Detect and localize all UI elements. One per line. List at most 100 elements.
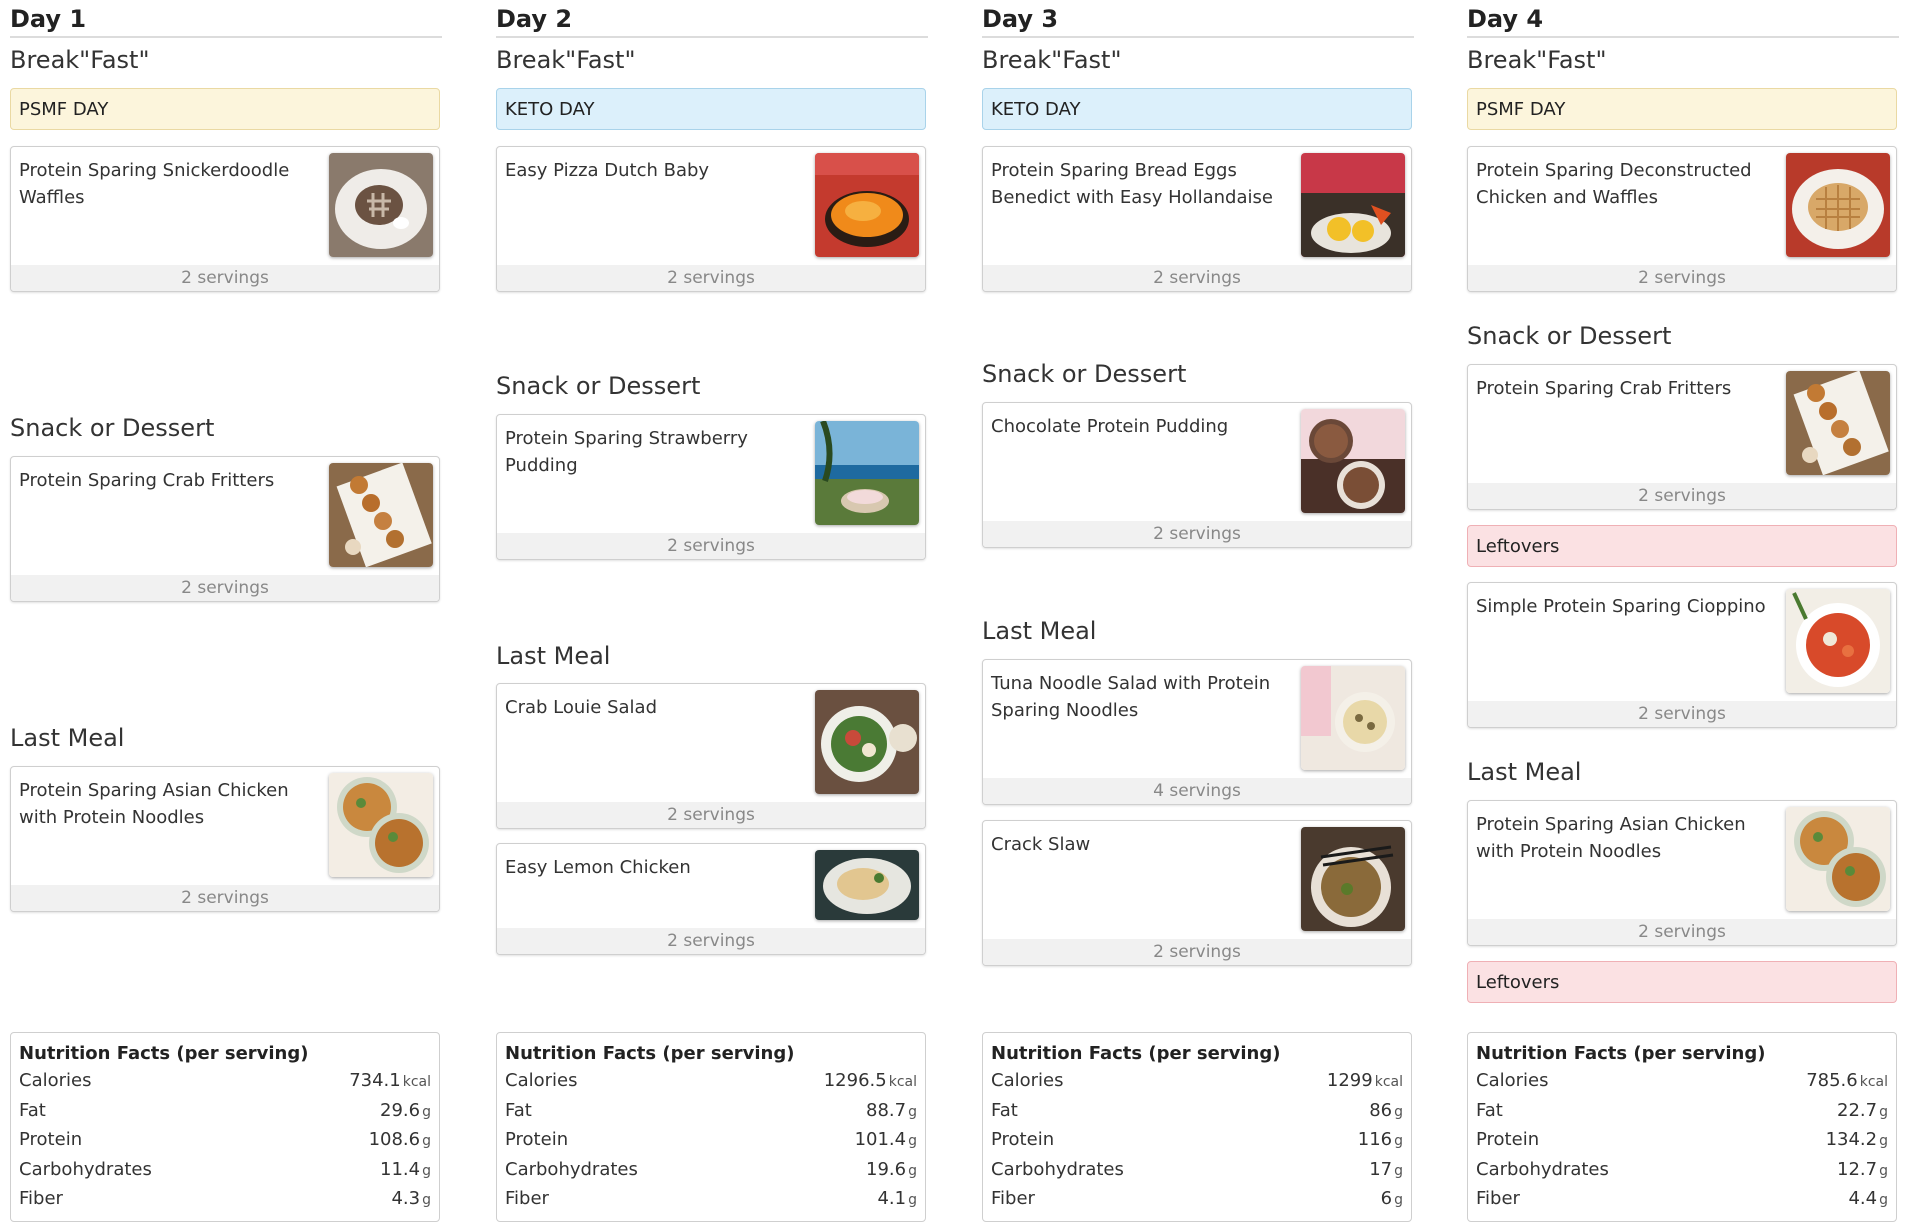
asian-chicken-bowls-photo[interactable]: [1786, 807, 1890, 911]
day-type-tag[interactable]: PSMF DAY: [1467, 88, 1897, 130]
recipe-title[interactable]: Easy Lemon Chicken: [505, 854, 795, 881]
nutrient-value: 11.4: [380, 1158, 421, 1180]
nutrition-facts: Nutrition Facts (per serving) Calories 12…: [496, 1032, 926, 1222]
nutrient-label: Fat: [505, 1099, 532, 1121]
leftovers-tag[interactable]: Leftovers: [1467, 525, 1897, 567]
waffle-plate-photo[interactable]: [329, 153, 433, 257]
nutrient-label: Fat: [1476, 1099, 1503, 1121]
nutrition-row: Fiber 4.1 g: [505, 1185, 917, 1215]
crab-fritters-photo[interactable]: [1786, 371, 1890, 475]
recipe-title[interactable]: Tuna Noodle Salad with Protein Sparing N…: [991, 670, 1281, 724]
recipe-card[interactable]: Protein Sparing Crab Fritters 2 servings: [10, 456, 440, 602]
nutrient-value: 734.1: [349, 1070, 401, 1091]
nutrient-value: 4.1: [877, 1188, 907, 1209]
recipe-title[interactable]: Protein Sparing Crab Fritters: [19, 467, 309, 494]
recipe-card[interactable]: Protein Sparing Asian Chicken with Prote…: [1467, 800, 1897, 946]
recipe-card[interactable]: Tuna Noodle Salad with Protein Sparing N…: [982, 659, 1412, 805]
noodle-salad-photo[interactable]: [1301, 666, 1405, 770]
recipe-title[interactable]: Simple Protein Sparing Cioppino: [1476, 593, 1766, 620]
nutrient-value: 88.7: [866, 1099, 907, 1121]
recipe-card[interactable]: Easy Lemon Chicken 2 servings: [496, 843, 926, 955]
day-type-tag[interactable]: PSMF DAY: [10, 88, 440, 130]
nutrition-title: Nutrition Facts (per serving): [19, 1043, 309, 1064]
nutrient-value: 4.4: [1848, 1188, 1878, 1209]
nutrient-unit: g: [908, 1133, 917, 1149]
servings-label: 2 servings: [497, 928, 925, 954]
servings-label: 2 servings: [497, 533, 925, 559]
recipe-title[interactable]: Chocolate Protein Pudding: [991, 413, 1281, 440]
day-type-tag[interactable]: KETO DAY: [496, 88, 926, 130]
recipe-title[interactable]: Protein Sparing Asian Chicken with Prote…: [19, 777, 309, 831]
servings-label: 2 servings: [497, 802, 925, 828]
nutrition-row: Fat 86 g: [991, 1097, 1403, 1127]
chicken-waffles-photo[interactable]: [1786, 153, 1890, 257]
lemon-chicken-photo[interactable]: [815, 850, 919, 920]
nutrient-label: Calories: [991, 1070, 1064, 1091]
nutrition-title: Nutrition Facts (per serving): [1476, 1043, 1766, 1064]
day-type-tag[interactable]: KETO DAY: [982, 88, 1412, 130]
servings-label: 2 servings: [497, 265, 925, 291]
recipe-card[interactable]: Protein Sparing Crab Fritters 2 servings: [1467, 364, 1897, 510]
recipe-card[interactable]: Protein Sparing Snickerdoodle Waffles 2 …: [10, 146, 440, 292]
servings-label: 2 servings: [11, 575, 439, 601]
recipe-card[interactable]: Crab Louie Salad 2 servings: [496, 683, 926, 829]
nutrition-row: Calories 785.6 kcal: [1476, 1067, 1888, 1097]
nutrition-row: Fat 29.6 g: [19, 1097, 431, 1127]
recipe-title[interactable]: Easy Pizza Dutch Baby: [505, 157, 795, 184]
last-meal-heading: Last Meal: [10, 724, 125, 752]
recipe-card[interactable]: Chocolate Protein Pudding 2 servings: [982, 402, 1412, 548]
nutrition-row: Protein 101.4 g: [505, 1126, 917, 1156]
recipe-card[interactable]: Protein Sparing Deconstructed Chicken an…: [1467, 146, 1897, 292]
nutrient-label: Fiber: [505, 1188, 549, 1209]
nutrient-unit: g: [422, 1162, 431, 1179]
pizza-dutch-baby-photo[interactable]: [815, 153, 919, 257]
leftovers-tag[interactable]: Leftovers: [1467, 961, 1897, 1003]
nutrient-unit: g: [908, 1192, 917, 1208]
crab-fritters-photo[interactable]: [329, 463, 433, 567]
nutrient-label: Fat: [991, 1099, 1018, 1121]
recipe-card[interactable]: Simple Protein Sparing Cioppino 2 servin…: [1467, 582, 1897, 728]
breakfast-heading: Break"Fast": [1467, 46, 1607, 74]
nutrient-unit: g: [1879, 1103, 1888, 1120]
snack-heading: Snack or Dessert: [1467, 322, 1672, 350]
recipe-title[interactable]: Protein Sparing Asian Chicken with Prote…: [1476, 811, 1766, 865]
nutrient-label: Protein: [991, 1129, 1055, 1150]
nutrient-unit: g: [908, 1162, 917, 1179]
beach-pudding-photo[interactable]: [815, 421, 919, 525]
nutrient-unit: g: [422, 1133, 431, 1149]
eggs-benedict-photo[interactable]: [1301, 153, 1405, 257]
cioppino-photo[interactable]: [1786, 589, 1890, 693]
crack-slaw-photo[interactable]: [1301, 827, 1405, 931]
nutrient-value: 1296.5: [823, 1070, 887, 1091]
nutrition-row: Fiber 4.4 g: [1476, 1185, 1888, 1215]
recipe-card[interactable]: Protein Sparing Strawberry Pudding 2 ser…: [496, 414, 926, 560]
recipe-title[interactable]: Crack Slaw: [991, 831, 1281, 858]
recipe-title[interactable]: Crab Louie Salad: [505, 694, 795, 721]
nutrition-row: Calories 1296.5 kcal: [505, 1067, 917, 1097]
recipe-title[interactable]: Protein Sparing Deconstructed Chicken an…: [1476, 157, 1766, 211]
last-meal-heading: Last Meal: [982, 617, 1097, 645]
recipe-title[interactable]: Protein Sparing Bread Eggs Benedict with…: [991, 157, 1281, 211]
nutrient-value: 785.6: [1806, 1070, 1858, 1091]
nutrient-label: Fiber: [991, 1188, 1035, 1209]
recipe-title[interactable]: Protein Sparing Snickerdoodle Waffles: [19, 157, 309, 211]
nutrient-value: 4.3: [391, 1188, 421, 1209]
recipe-card[interactable]: Crack Slaw 2 servings: [982, 820, 1412, 966]
nutrient-label: Carbohydrates: [19, 1158, 152, 1180]
servings-label: 2 servings: [11, 265, 439, 291]
recipe-title[interactable]: Protein Sparing Crab Fritters: [1476, 375, 1766, 402]
nutrition-row: Calories 734.1 kcal: [19, 1067, 431, 1097]
nutrient-unit: g: [1394, 1192, 1403, 1208]
recipe-card[interactable]: Protein Sparing Bread Eggs Benedict with…: [982, 146, 1412, 292]
nutrient-label: Carbohydrates: [1476, 1158, 1609, 1180]
servings-label: 4 servings: [983, 778, 1411, 804]
recipe-card[interactable]: Easy Pizza Dutch Baby 2 servings: [496, 146, 926, 292]
egg-pudding-photo[interactable]: [1301, 409, 1405, 513]
nutrition-row: Carbohydrates 17 g: [991, 1156, 1403, 1186]
crab-louie-salad-photo[interactable]: [815, 690, 919, 794]
recipe-title[interactable]: Protein Sparing Strawberry Pudding: [505, 425, 795, 479]
asian-chicken-bowls-photo[interactable]: [329, 773, 433, 877]
nutrient-value: 6: [1380, 1188, 1393, 1209]
day-title: Day 4: [1467, 2, 1899, 38]
recipe-card[interactable]: Protein Sparing Asian Chicken with Prote…: [10, 766, 440, 912]
